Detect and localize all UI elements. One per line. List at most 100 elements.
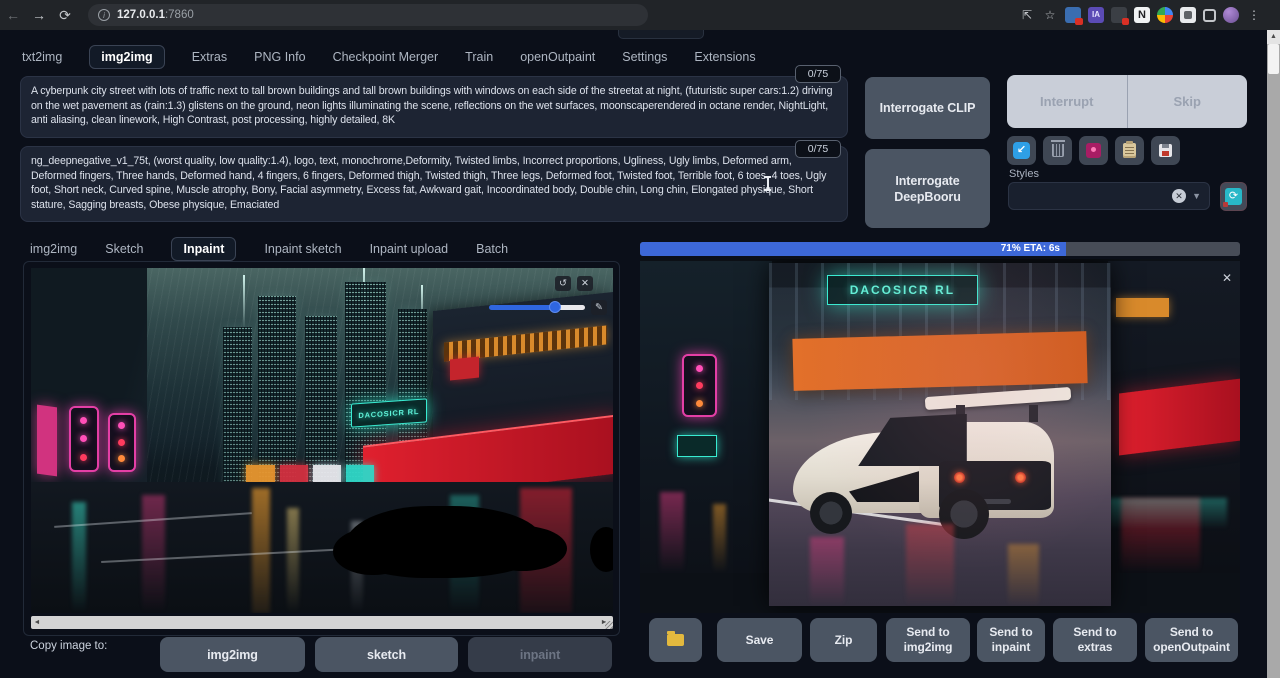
interrogate-deepbooru-button[interactable]: Interrogate DeepBooru [865,149,990,228]
copy-to-img2img-button[interactable]: img2img [160,637,305,672]
extra-networks-icon [1086,143,1101,158]
undo-icon[interactable] [555,276,571,291]
tab-mode-img2img[interactable]: img2img [30,242,77,256]
menu-icon[interactable]: ⋮ [1246,7,1262,23]
quicksettings-remnant [618,30,704,39]
reflection [252,488,269,613]
extensions-puzzle-icon[interactable] [1180,7,1196,23]
back-icon[interactable]: ← [0,7,26,23]
tab-checkpoint-merger[interactable]: Checkpoint Merger [333,50,439,64]
prompt-input[interactable]: A cyberpunk city street with lots of tra… [20,76,848,138]
tab-extensions[interactable]: Extensions [694,50,755,64]
light-dot [696,365,703,372]
generation-controls: Interrupt Skip [1007,75,1247,128]
reflection [1108,498,1227,529]
tab-img2img[interactable]: img2img [89,45,164,69]
clear-image-icon[interactable] [577,276,593,291]
url-port: :7860 [165,9,194,21]
light-dot [118,422,125,429]
skyscraper [305,316,337,489]
share-icon[interactable]: ⇱ [1019,7,1035,23]
tab-txt2img[interactable]: txt2img [22,50,62,64]
negative-prompt-input[interactable]: ng_deepnegative_v1_75t, (worst quality, … [20,146,848,222]
save-style-button[interactable] [1151,136,1180,165]
small-red-sign [450,356,479,380]
bookmark-star-icon[interactable]: ☆ [1042,7,1058,23]
zip-button[interactable]: Zip [810,618,877,662]
scrollbar-thumb[interactable] [1268,44,1279,74]
tab-extras[interactable]: Extras [192,50,227,64]
forward-icon[interactable]: → [26,7,52,23]
extension-diamond-icon[interactable] [1157,7,1173,23]
inpaint-canvas[interactable]: DACOSICR RL [31,268,613,613]
styles-dropdown[interactable] [1008,182,1210,210]
pencil-icon[interactable] [591,300,607,315]
orange-sign [1116,298,1169,317]
close-icon[interactable] [1222,271,1232,285]
tab-png-info[interactable]: PNG Info [254,50,305,64]
img2img-mode-tabs: img2img Sketch Inpaint Inpaint sketch In… [30,236,508,262]
slider-handle[interactable] [549,301,561,313]
live-preview-image[interactable]: DACOSICR RL [769,263,1111,606]
site-info-icon[interactable]: i [98,9,110,21]
canvas-horizontal-scrollbar[interactable]: ◄ ► [31,616,613,629]
reflection [287,508,299,613]
open-folder-button[interactable] [649,618,702,662]
tab-mode-sketch[interactable]: Sketch [105,242,143,256]
haze-overlay [769,263,1111,606]
copy-to-inpaint-button[interactable]: inpaint [468,637,612,672]
clear-prompt-button[interactable] [1043,136,1072,165]
send-to-openoutpaint-button[interactable]: Send to openOutpaint [1145,618,1238,662]
tab-mode-inpaint-upload[interactable]: Inpaint upload [370,242,449,256]
tab-switcher-icon[interactable] [1203,9,1216,22]
tab-settings[interactable]: Settings [622,50,667,64]
tab-openoutpaint[interactable]: openOutpaint [520,50,595,64]
result-gallery[interactable]: DACOSICR RL [640,259,1240,613]
extra-networks-button[interactable] [1079,136,1108,165]
extension-n-icon[interactable]: N [1134,7,1150,23]
apply-styles-button[interactable] [1115,136,1144,165]
light-dot [118,455,125,462]
copy-to-sketch-button[interactable]: sketch [315,637,458,672]
send-to-img2img-button[interactable]: Send to img2img [886,618,970,662]
profile-avatar[interactable] [1223,7,1239,23]
send-to-inpaint-button[interactable]: Send to inpaint [977,618,1045,662]
skyscraper [223,327,252,486]
tab-mode-inpaint-sketch[interactable]: Inpaint sketch [264,242,341,256]
antenna [243,275,245,330]
negative-prompt-token-counter: 0/75 [795,140,841,158]
extension-badge-icon[interactable] [1065,7,1081,23]
address-bar[interactable]: i 127.0.0.1:7860 [88,4,648,26]
light-dot [696,382,703,389]
resize-grip[interactable] [605,621,613,629]
clear-styles-icon[interactable] [1172,189,1186,203]
clear-prompt-icon [1052,144,1064,157]
light-dot [80,417,87,424]
main-tab-bar: txt2img img2img Extras PNG Info Checkpoi… [22,44,756,70]
tab-mode-inpaint[interactable]: Inpaint [171,237,236,261]
progress-fill: 71% ETA: 6s [640,242,1066,256]
tab-train[interactable]: Train [465,50,493,64]
reload-icon[interactable]: ⟳ [52,7,78,24]
browser-toolbar: ← → ⟳ i 127.0.0.1:7860 ⇱ ☆ IA N ⋮ [0,0,1280,30]
copy-image-to-label: Copy image to: [30,640,107,652]
interrupt-button[interactable]: Interrupt [1007,75,1127,128]
tab-mode-batch[interactable]: Batch [476,242,508,256]
paste-params-button[interactable] [1007,136,1036,165]
send-to-extras-button[interactable]: Send to extras [1053,618,1137,662]
save-button[interactable]: Save [717,618,802,662]
interrogate-clip-button[interactable]: Interrogate CLIP [865,77,990,139]
page-scrollbar[interactable]: ▲ [1267,30,1280,678]
scrollbar-up-icon[interactable]: ▲ [1267,30,1280,44]
skip-button[interactable]: Skip [1128,75,1248,128]
extension-screen-icon[interactable] [1111,7,1127,23]
apply-styles-icon [1123,143,1136,158]
brush-size-slider[interactable] [489,305,585,310]
extension-ia-icon[interactable]: IA [1088,7,1104,23]
refresh-styles-button[interactable] [1220,182,1247,211]
traffic-light [69,406,99,472]
reflection [713,504,726,573]
reflection [72,502,87,613]
scroll-left-icon[interactable]: ◄ [31,616,43,629]
styles-label: Styles [1009,168,1039,180]
